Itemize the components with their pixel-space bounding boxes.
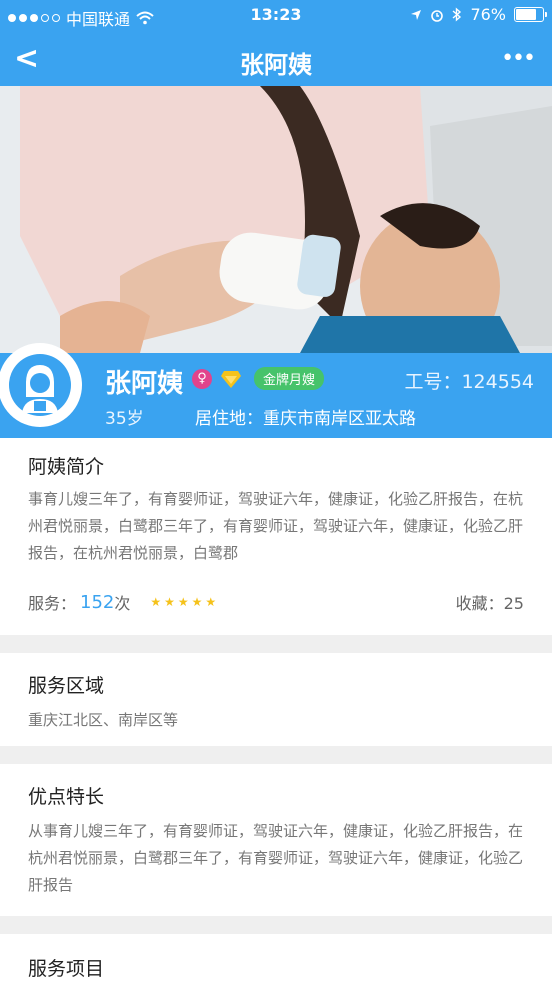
- female-icon: ♀: [192, 369, 212, 389]
- strengths-section: 优点特长 从事育儿嫂三年了，有育婴师证，驾驶证六年，健康证，化验乙肝报告，在杭州…: [0, 764, 552, 916]
- divider: [0, 916, 552, 934]
- nav-bar: < 张阿姨 •••: [0, 31, 552, 86]
- divider: [0, 746, 552, 764]
- avatar: [0, 343, 82, 427]
- profile-name: 张阿姨: [105, 369, 184, 399]
- gold-nanny-badge: 金牌月嫂: [254, 367, 325, 390]
- battery-icon: [514, 7, 547, 22]
- service-label: 服务：: [28, 594, 77, 613]
- profile-age: 35岁: [105, 409, 144, 429]
- favorites-count[interactable]: 收藏：25: [456, 590, 524, 614]
- service-items-title: 服务项目: [28, 958, 105, 980]
- service-stats: 服务： 152 次 ★★★★★ 收藏：25: [28, 590, 524, 614]
- intro-text: 事育儿嫂三年了，有育婴师证，驾驶证六年，健康证，化验乙肝报告，在杭州君悦丽景，白…: [28, 490, 524, 562]
- profile-location: 居住地：重庆市南岸区亚太路: [195, 409, 416, 429]
- bluetooth-icon: [452, 7, 462, 22]
- service-area-section: 服务区域 重庆江北区、南岸区等: [0, 653, 552, 746]
- strengths-text: 从事育儿嫂三年了，有育婴师证，驾驶证六年，健康证，化验乙肝报告，在杭州君悦丽景，…: [28, 822, 524, 894]
- page-title: 张阿姨: [240, 51, 312, 79]
- rating-stars-icon: ★★★★★: [150, 595, 220, 609]
- job-number: 工号：124554: [404, 371, 534, 393]
- service-area-text: 重庆江北区、南岸区等: [28, 711, 179, 729]
- service-area-title: 服务区域: [28, 675, 105, 697]
- service-items-section[interactable]: 服务项目: [0, 934, 552, 996]
- service-count: 152: [80, 591, 115, 613]
- profile-banner: 张阿姨 ♀ 金牌月嫂 工号：124554 35岁 居住地：重庆市南岸区亚太路: [0, 343, 552, 438]
- nanny-avatar-icon: [9, 354, 71, 416]
- hero-photo: [0, 86, 552, 353]
- diamond-icon: [221, 371, 241, 388]
- strengths-title: 优点特长: [28, 786, 105, 808]
- intro-section: 阿姨简介 事育儿嫂三年了，有育婴师证，驾驶证六年，健康证，化验乙肝报告，在杭州君…: [0, 438, 552, 635]
- location-arrow-icon: [411, 9, 422, 20]
- more-menu-button[interactable]: •••: [501, 46, 536, 71]
- battery-percent: 76%: [470, 5, 506, 24]
- divider: [0, 635, 552, 653]
- service-unit: 次: [114, 594, 131, 613]
- intro-title: 阿姨简介: [28, 456, 105, 478]
- status-right: 76%: [410, 5, 547, 24]
- alarm-icon: [431, 9, 444, 22]
- status-bar: 中国联通 13:23 76%: [0, 0, 552, 31]
